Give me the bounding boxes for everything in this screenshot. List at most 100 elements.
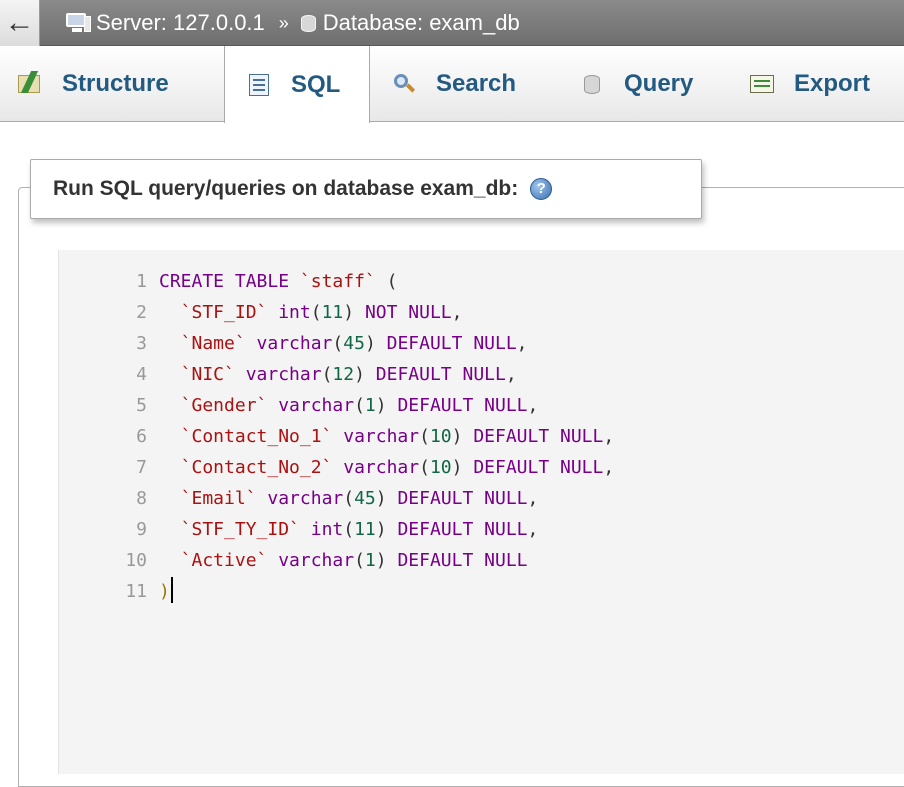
code-token: ) [375, 550, 398, 571]
code-token: ) [159, 581, 170, 602]
code-token: DEFAULT NULL [397, 550, 528, 571]
tab-sql-label: SQL [291, 70, 341, 98]
sql-query-legend-label: Run SQL query/queries on database exam_d… [53, 177, 519, 200]
code-token: DEFAULT NULL [375, 364, 506, 385]
export-icon [750, 73, 776, 95]
code-line: `Name` varchar(45) DEFAULT NULL, [159, 328, 614, 359]
code-token: int [267, 302, 311, 323]
code-token: , [451, 302, 463, 323]
code-token: `Contact_No_2` [159, 457, 333, 478]
code-token: 11 [321, 302, 344, 323]
code-token: ( [419, 457, 430, 478]
code-token: ( [354, 395, 365, 416]
code-token: 1 [364, 395, 376, 416]
code-token: `STF_TY_ID` [159, 519, 300, 540]
code-token: varchar [332, 457, 420, 478]
tab-search-label: Search [436, 70, 517, 97]
code-token: 10 [429, 457, 452, 478]
code-token: 12 [332, 364, 355, 385]
tab-bar: Structure SQL Search Query Export [0, 46, 904, 123]
code-token: `Contact_No_1` [159, 426, 333, 447]
code-token: , [603, 426, 615, 447]
tab-structure[interactable]: Structure [18, 46, 169, 122]
code-token: `NIC` [159, 364, 235, 385]
line-number: 9 [136, 519, 147, 540]
code-token: ) [375, 395, 398, 416]
code-token: varchar [245, 333, 333, 354]
code-token: `Gender` [159, 395, 268, 416]
code-token: 45 [354, 488, 376, 509]
tab-query[interactable]: Query [580, 46, 693, 122]
line-number: 5 [136, 395, 147, 416]
line-number-gutter: 1 2 3 4 5 6 7 8 9 10 11 [59, 266, 147, 607]
code-token: ( [310, 302, 322, 323]
sql-query-legend: Run SQL query/queries on database exam_d… [30, 159, 702, 219]
code-line: `STF_ID` int(11) NOT NULL, [159, 297, 614, 328]
code-token: ) [451, 457, 474, 478]
code-line: `STF_TY_ID` int(11) DEFAULT NULL, [159, 514, 614, 545]
breadcrumb-bar: ← Server: 127.0.0.1 » Database: exam_db [0, 0, 904, 46]
breadcrumb-database[interactable]: Database: exam_db [300, 10, 520, 36]
code-token: ) [354, 364, 376, 385]
code-line: `Email` varchar(45) DEFAULT NULL, [159, 483, 614, 514]
line-number: 10 [125, 550, 147, 571]
code-token: , [505, 364, 517, 385]
code-token: 10 [429, 426, 452, 447]
code-token: DEFAULT NULL [473, 426, 604, 447]
search-icon [392, 73, 418, 95]
tab-structure-label: Structure [62, 70, 169, 97]
structure-icon [18, 71, 44, 95]
line-number: 2 [136, 302, 147, 323]
code-token: ( [343, 488, 355, 509]
code-token: varchar [256, 488, 344, 509]
code-token: ) [375, 519, 398, 540]
code-token: ( [375, 271, 398, 292]
code-token: ) [451, 426, 474, 447]
server-icon [66, 12, 92, 34]
sql-code-area[interactable]: CREATE TABLE `staff` ( `STF_ID` int(11) … [159, 266, 614, 607]
code-token: `Email` [159, 488, 257, 509]
back-button[interactable]: ← [0, 0, 40, 46]
code-token: `Name` [159, 333, 246, 354]
breadcrumb-server[interactable]: Server: 127.0.0.1 [66, 10, 265, 36]
breadcrumb-server-label: Server: 127.0.0.1 [96, 10, 265, 35]
code-token: NOT NULL [364, 302, 452, 323]
tab-sql[interactable]: SQL [224, 46, 370, 123]
breadcrumb: Server: 127.0.0.1 » Database: exam_db [66, 0, 520, 46]
text-cursor [170, 577, 173, 603]
breadcrumb-separator: » [278, 12, 289, 33]
line-number: 11 [125, 581, 147, 602]
query-icon [580, 73, 606, 95]
sql-icon [247, 73, 273, 96]
code-token: varchar [234, 364, 322, 385]
line-number: 7 [136, 457, 147, 478]
code-token: 45 [343, 333, 365, 354]
code-token: `staff` [299, 271, 376, 292]
code-token: ) [364, 333, 387, 354]
line-number: 1 [136, 271, 147, 292]
code-line: `Active` varchar(1) DEFAULT NULL [159, 545, 614, 576]
tab-export[interactable]: Export [750, 46, 870, 122]
line-number: 3 [136, 333, 147, 354]
tab-search[interactable]: Search [392, 46, 516, 122]
code-line: `Contact_No_2` varchar(10) DEFAULT NULL, [159, 452, 615, 483]
code-token: ( [419, 426, 430, 447]
sql-editor[interactable]: 1 2 3 4 5 6 7 8 9 10 11 CREATE TABLE `staff` ( `ST… [58, 250, 904, 774]
code-token: , [527, 488, 539, 509]
tab-query-label: Query [624, 70, 694, 97]
tab-export-label: Export [794, 70, 871, 97]
code-token: 1 [364, 550, 376, 571]
code-token: , [527, 519, 539, 540]
code-token: , [603, 457, 615, 478]
code-token: ( [321, 364, 333, 385]
line-number: 8 [136, 488, 147, 509]
code-token: DEFAULT NULL [473, 457, 604, 478]
help-icon[interactable]: ? [530, 178, 553, 200]
database-icon [300, 13, 317, 33]
code-token: ( [343, 519, 355, 540]
code-token: , [516, 333, 528, 354]
line-number: 4 [136, 364, 147, 385]
code-line: CREATE TABLE `staff` ( [159, 266, 614, 297]
code-line: `NIC` varchar(12) DEFAULT NULL, [159, 359, 614, 390]
code-token: ( [332, 333, 344, 354]
